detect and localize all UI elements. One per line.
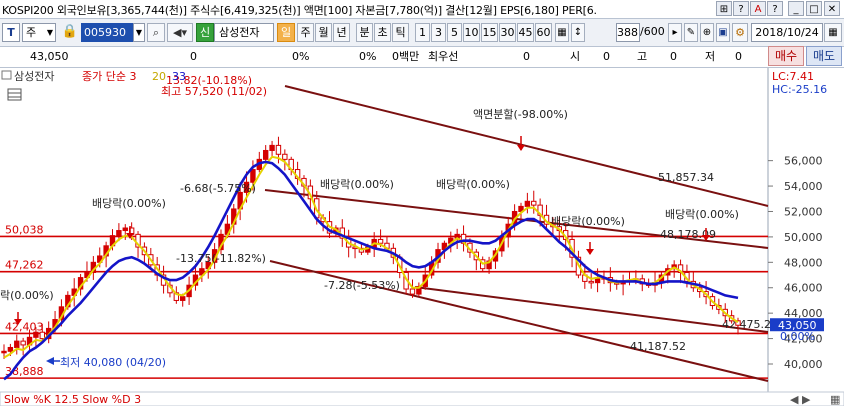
- y-tick-label: 40,000: [784, 358, 823, 371]
- chart-annotation: 최저 40,080 (04/20): [60, 356, 166, 369]
- y-tick-label: 56,000: [784, 155, 823, 168]
- price-bar: [7, 346, 14, 352]
- table-icon[interactable]: [7, 88, 22, 101]
- bottom-arrows-icon[interactable]: ◀ ▶: [790, 393, 811, 406]
- price-bar: [524, 200, 531, 207]
- price-bar: [14, 340, 20, 348]
- y-tick-label: 46,000: [784, 282, 823, 295]
- price-bar: [1, 350, 7, 354]
- chart-annotation: 액면분할(-98.00%): [473, 108, 568, 121]
- chart-annotation: 배당락(0.00%): [92, 197, 166, 210]
- chart-annotation: 배당락(0.00%): [320, 178, 394, 191]
- price-bar: [33, 331, 39, 338]
- y-tick-label: 48,000: [784, 256, 823, 269]
- hline-label: 50,038: [5, 223, 44, 236]
- bottom-scroll-icon[interactable]: ▦: [830, 393, 840, 406]
- chart-annotation: 배당락(0.00%): [665, 208, 739, 221]
- trend-line-label: 51,857.34: [658, 171, 714, 184]
- price-bar: [262, 149, 269, 160]
- price-bar: [531, 200, 537, 206]
- price-bar: [275, 144, 282, 155]
- hline-label: 47,262: [5, 259, 44, 272]
- hline-label: 42,403: [5, 320, 44, 333]
- price-bar: [588, 280, 594, 284]
- chart-annotation: 배당락(0.00%): [436, 178, 510, 191]
- price-bar: [39, 331, 45, 340]
- price-bar: [116, 230, 122, 237]
- price-bar: [122, 227, 128, 232]
- price-bar: [377, 238, 384, 244]
- chart-annotation: 락(0.00%): [0, 289, 54, 302]
- y-tick-label: 44,000: [784, 307, 823, 320]
- hc-readout: HC:-25.16: [772, 83, 827, 96]
- lc-readout: LC:7.41: [772, 70, 814, 83]
- price-chart: LC:7.41 HC:-25.16 40,00042,00044,00046,0…: [0, 68, 844, 406]
- price-bar: [282, 153, 288, 160]
- y-tick-label: 52,000: [784, 205, 823, 218]
- stochastic-label: Slow %K 12.5 Slow %D 3: [4, 393, 141, 406]
- price-bar: [180, 296, 186, 301]
- indicator-label: 종가 단순 3: [82, 70, 136, 83]
- chart-annotation: -13.75(-11.82%): [176, 252, 266, 265]
- chart-annotation: 배당락(0.00%): [551, 215, 625, 228]
- ma20-label: 20: [152, 70, 166, 83]
- ma33-label: 33: [172, 70, 186, 83]
- price-bar: [20, 340, 26, 346]
- chart-annotation: -6.68(-5.75%): [180, 182, 256, 195]
- y-tick-label: 54,000: [784, 180, 823, 193]
- y-tick-label: 50,000: [784, 231, 823, 244]
- trend-line-label: 48,178.09: [660, 228, 716, 241]
- chart-annotation: -7.28(-5.53%): [324, 279, 400, 292]
- price-bar: [250, 169, 256, 183]
- trend-line-label: 41,187.52: [630, 340, 686, 353]
- panel-stock-name: 삼성전자: [14, 70, 54, 83]
- price-bar: [269, 144, 275, 151]
- last-price-percent: 0.00%: [780, 330, 815, 343]
- price-bar: [409, 288, 416, 295]
